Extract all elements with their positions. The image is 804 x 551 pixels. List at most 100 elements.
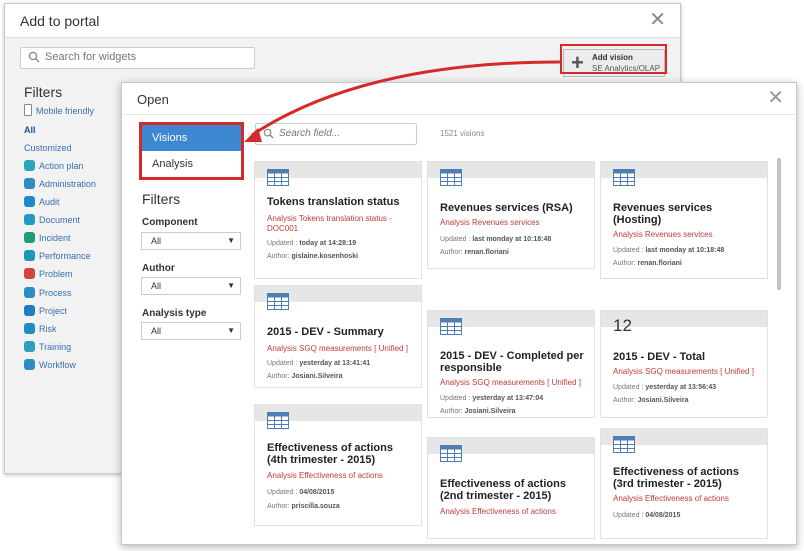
filter-document[interactable]: Document bbox=[24, 213, 80, 227]
table-icon bbox=[613, 169, 635, 186]
filter-performance[interactable]: Performance bbox=[24, 249, 91, 263]
filter-label: Incident bbox=[39, 233, 71, 243]
filter-label: Mobile friendly bbox=[36, 106, 95, 116]
vision-card[interactable]: Effectiveness of actions (3rd trimester … bbox=[601, 429, 767, 538]
card-author: Author: renan.floriani bbox=[440, 249, 509, 256]
vision-card[interactable]: Effectiveness of actions (2nd trimester … bbox=[428, 438, 594, 538]
filter-label: Audit bbox=[39, 197, 60, 207]
card-analysis: Analysis SGQ measurements [ Unified ] bbox=[613, 367, 754, 376]
search-icon bbox=[263, 128, 274, 139]
card-analysis: Analysis Effectiveness of actions bbox=[440, 507, 556, 516]
caret-down-icon: ▼ bbox=[227, 281, 235, 290]
card-updated: Updated : yesterday at 13:47:04 bbox=[440, 395, 544, 402]
filter-risk[interactable]: Risk bbox=[24, 322, 57, 336]
filter-label: Document bbox=[39, 215, 81, 225]
vision-card[interactable]: 2015 - DEV - Summary Analysis SGQ measur… bbox=[255, 286, 421, 387]
filter-label: Problem bbox=[39, 269, 73, 279]
card-updated: Updated : yesterday at 13:41:41 bbox=[267, 360, 371, 367]
filter-project[interactable]: Project bbox=[24, 304, 67, 318]
open-title: Open bbox=[137, 92, 169, 107]
administration-icon bbox=[24, 178, 35, 189]
incident-icon bbox=[24, 232, 35, 243]
card-analysis: Analysis SGQ measurements [ Unified ] bbox=[267, 344, 408, 353]
filter-label: Action plan bbox=[39, 161, 84, 171]
scrollbar[interactable] bbox=[777, 158, 781, 290]
select-value: All bbox=[151, 281, 162, 291]
table-icon bbox=[440, 318, 462, 335]
filter-all[interactable]: All bbox=[24, 123, 36, 137]
risk-icon bbox=[24, 323, 35, 334]
vision-card[interactable]: Revenues services (RSA) Analysis Revenue… bbox=[428, 162, 594, 268]
filter-label: Training bbox=[39, 342, 72, 352]
filter-label: Administration bbox=[39, 179, 97, 189]
table-icon bbox=[440, 169, 462, 186]
filter-incident[interactable]: Incident bbox=[24, 231, 71, 245]
close-icon[interactable]: ✕ bbox=[649, 10, 666, 30]
vision-card[interactable]: Revenues services (Hosting) Analysis Rev… bbox=[601, 162, 767, 278]
card-author: Author: renan.floriani bbox=[613, 260, 682, 267]
card-title: Effectiveness of actions (4th trimester … bbox=[267, 442, 393, 466]
filter-label: Process bbox=[39, 288, 72, 298]
filter-customized[interactable]: Customized bbox=[24, 141, 72, 155]
card-analysis: Analysis Revenues services bbox=[613, 230, 713, 239]
analysis-type-select[interactable]: All ▼ bbox=[141, 322, 241, 340]
component-select[interactable]: All ▼ bbox=[141, 232, 241, 250]
card-author: Author: Josiani.Silveira bbox=[267, 373, 343, 380]
portal-filters-heading: Filters bbox=[24, 84, 63, 100]
tab-analysis[interactable]: Analysis bbox=[142, 151, 241, 177]
card-title: Revenues services (Hosting) bbox=[613, 202, 713, 226]
analysis-type-label: Analysis type bbox=[142, 308, 207, 319]
author-select[interactable]: All ▼ bbox=[141, 277, 241, 295]
widget-search-input[interactable] bbox=[45, 51, 245, 63]
action-plan-icon bbox=[24, 160, 35, 171]
add-vision-highlight bbox=[560, 44, 667, 74]
kpi-number: 12 bbox=[613, 316, 632, 335]
project-icon bbox=[24, 305, 35, 316]
card-author: Author: Josiani.Silveira bbox=[613, 397, 689, 404]
card-title: Effectiveness of actions (3rd trimester … bbox=[613, 466, 739, 490]
card-analysis: Analysis Effectiveness of actions bbox=[267, 471, 383, 480]
card-title: Tokens translation status bbox=[267, 196, 400, 208]
filter-audit[interactable]: Audit bbox=[24, 195, 60, 209]
card-author: Author: gislaine.kosenhoski bbox=[267, 253, 359, 260]
author-label: Author bbox=[142, 263, 175, 274]
filter-training[interactable]: Training bbox=[24, 340, 71, 354]
vision-card[interactable]: 2015 - DEV - Completed per responsible A… bbox=[428, 311, 594, 417]
filter-problem[interactable]: Problem bbox=[24, 267, 73, 281]
table-icon bbox=[267, 412, 289, 429]
table-icon bbox=[267, 293, 289, 310]
open-dialog: Open ✕ Visions Analysis Filters Componen… bbox=[121, 82, 797, 545]
mobile-icon bbox=[24, 104, 32, 116]
filter-workflow[interactable]: Workflow bbox=[24, 358, 76, 372]
filter-label: Customized bbox=[24, 143, 72, 153]
filter-administration[interactable]: Administration bbox=[24, 177, 96, 191]
vision-search-input[interactable] bbox=[279, 128, 409, 139]
filter-mobile-friendly[interactable]: Mobile friendly bbox=[24, 104, 94, 118]
caret-down-icon: ▼ bbox=[227, 326, 235, 335]
widget-search-field[interactable] bbox=[20, 47, 255, 69]
card-updated: Updated : today at 14:28:19 bbox=[267, 240, 357, 247]
vision-card[interactable]: Effectiveness of actions (4th trimester … bbox=[255, 405, 421, 525]
vision-card[interactable]: Tokens translation status Analysis Token… bbox=[255, 162, 421, 278]
card-title: Effectiveness of actions (2nd trimester … bbox=[440, 478, 566, 502]
component-label: Component bbox=[142, 217, 198, 228]
card-updated: Updated : 04/08/2015 bbox=[613, 512, 681, 519]
close-icon[interactable]: ✕ bbox=[767, 88, 784, 108]
tab-visions[interactable]: Visions bbox=[142, 125, 241, 151]
workflow-icon bbox=[24, 359, 35, 370]
mode-selector: Visions Analysis bbox=[139, 122, 244, 180]
search-icon bbox=[28, 51, 40, 63]
vision-search-field[interactable] bbox=[255, 123, 417, 145]
card-title: Revenues services (RSA) bbox=[440, 202, 573, 214]
portal-title: Add to portal bbox=[20, 13, 100, 29]
vision-card[interactable]: 12 2015 - DEV - Total Analysis SGQ measu… bbox=[601, 311, 767, 417]
table-icon bbox=[440, 445, 462, 462]
filter-label: All bbox=[24, 125, 36, 135]
filter-process[interactable]: Process bbox=[24, 286, 72, 300]
card-updated: Updated : 04/08/2015 bbox=[267, 489, 335, 496]
table-icon bbox=[613, 436, 635, 453]
audit-icon bbox=[24, 196, 35, 207]
filter-label: Project bbox=[39, 306, 68, 316]
filter-action-plan[interactable]: Action plan bbox=[24, 159, 84, 173]
document-icon bbox=[24, 214, 35, 225]
